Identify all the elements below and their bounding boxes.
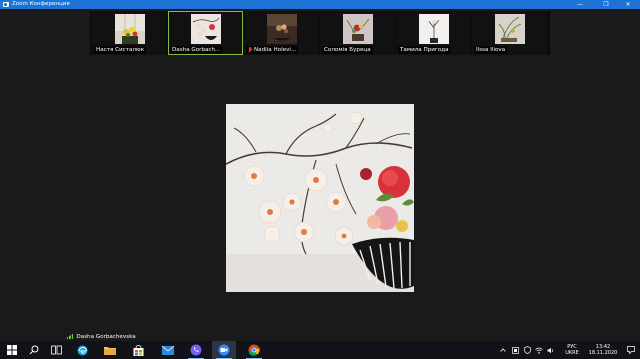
participant-tile[interactable]: Ilssa Iliova [472,11,547,55]
title-bar: Zoom Конференция [0,0,640,9]
participant-video [267,14,297,44]
participant-tile-active[interactable]: Dasha Gorbach... [168,11,243,55]
participant-video [191,14,221,44]
participant-tile[interactable]: Тамила Пригода [396,11,471,55]
participant-name: Dasha Gorbach... [170,46,223,54]
maximize-button[interactable]: ❐ [594,0,618,9]
participant-name: Nadiia Holevi... [246,46,299,54]
speaker-name: Dasha Gorbachevska [76,333,136,340]
tray-app-icon[interactable] [510,341,520,359]
edge-icon[interactable] [70,341,94,359]
search-icon[interactable] [22,341,46,359]
participant-video [343,14,373,44]
keyboard-layout: UKRE [565,350,579,356]
participant-tile[interactable]: Nadiia Holevi... [244,11,319,55]
volume-speaker-icon[interactable] [546,341,556,359]
participant-tile[interactable]: Соломія Буреца [320,11,395,55]
clock-date: 18.11.2020 [588,350,618,356]
show-hidden-icons-chevron-up-icon[interactable] [498,341,508,359]
muted-mic-icon [248,47,252,53]
window-title: Zoom Конференция [12,1,70,7]
minimize-button[interactable]: — [568,0,592,9]
participant-video [495,14,525,44]
active-speaker-video [226,104,414,292]
chrome-icon[interactable] [242,341,266,359]
taskbar-clock[interactable]: 13:42 18.11.2020 [584,341,622,359]
participant-tile[interactable]: Настя Систалюк [92,11,167,55]
zoom-icon[interactable] [212,341,236,359]
task-view-icon[interactable] [44,341,68,359]
zoom-app-icon [3,2,9,7]
viber-icon[interactable] [184,341,208,359]
security-shield-icon[interactable] [522,341,532,359]
participant-name: Тамила Пригода [398,46,451,54]
store-icon[interactable] [126,341,150,359]
connection-signal-icon [67,334,73,339]
participant-name: Соломія Буреца [322,46,373,54]
participant-video [419,14,449,44]
taskbar: РУС UKRE 13:42 18.11.2020 [0,341,640,359]
participant-name: Ilssa Iliova [474,46,508,54]
mail-icon[interactable] [156,341,180,359]
close-button[interactable]: ✕ [616,0,640,9]
notifications-icon[interactable] [624,341,638,359]
file-explorer-icon[interactable] [98,341,122,359]
windows-start-icon[interactable] [0,341,24,359]
network-wifi-icon[interactable] [534,341,544,359]
input-language-indicator[interactable]: РУС UKRE [562,341,582,359]
active-speaker-label: Dasha Gorbachevska [67,332,136,341]
gallery-strip: Настя Систалюк Dasha Gorbach... Nadiia H… [90,11,550,55]
participant-name: Настя Систалюк [94,46,147,54]
participant-video [115,14,145,44]
